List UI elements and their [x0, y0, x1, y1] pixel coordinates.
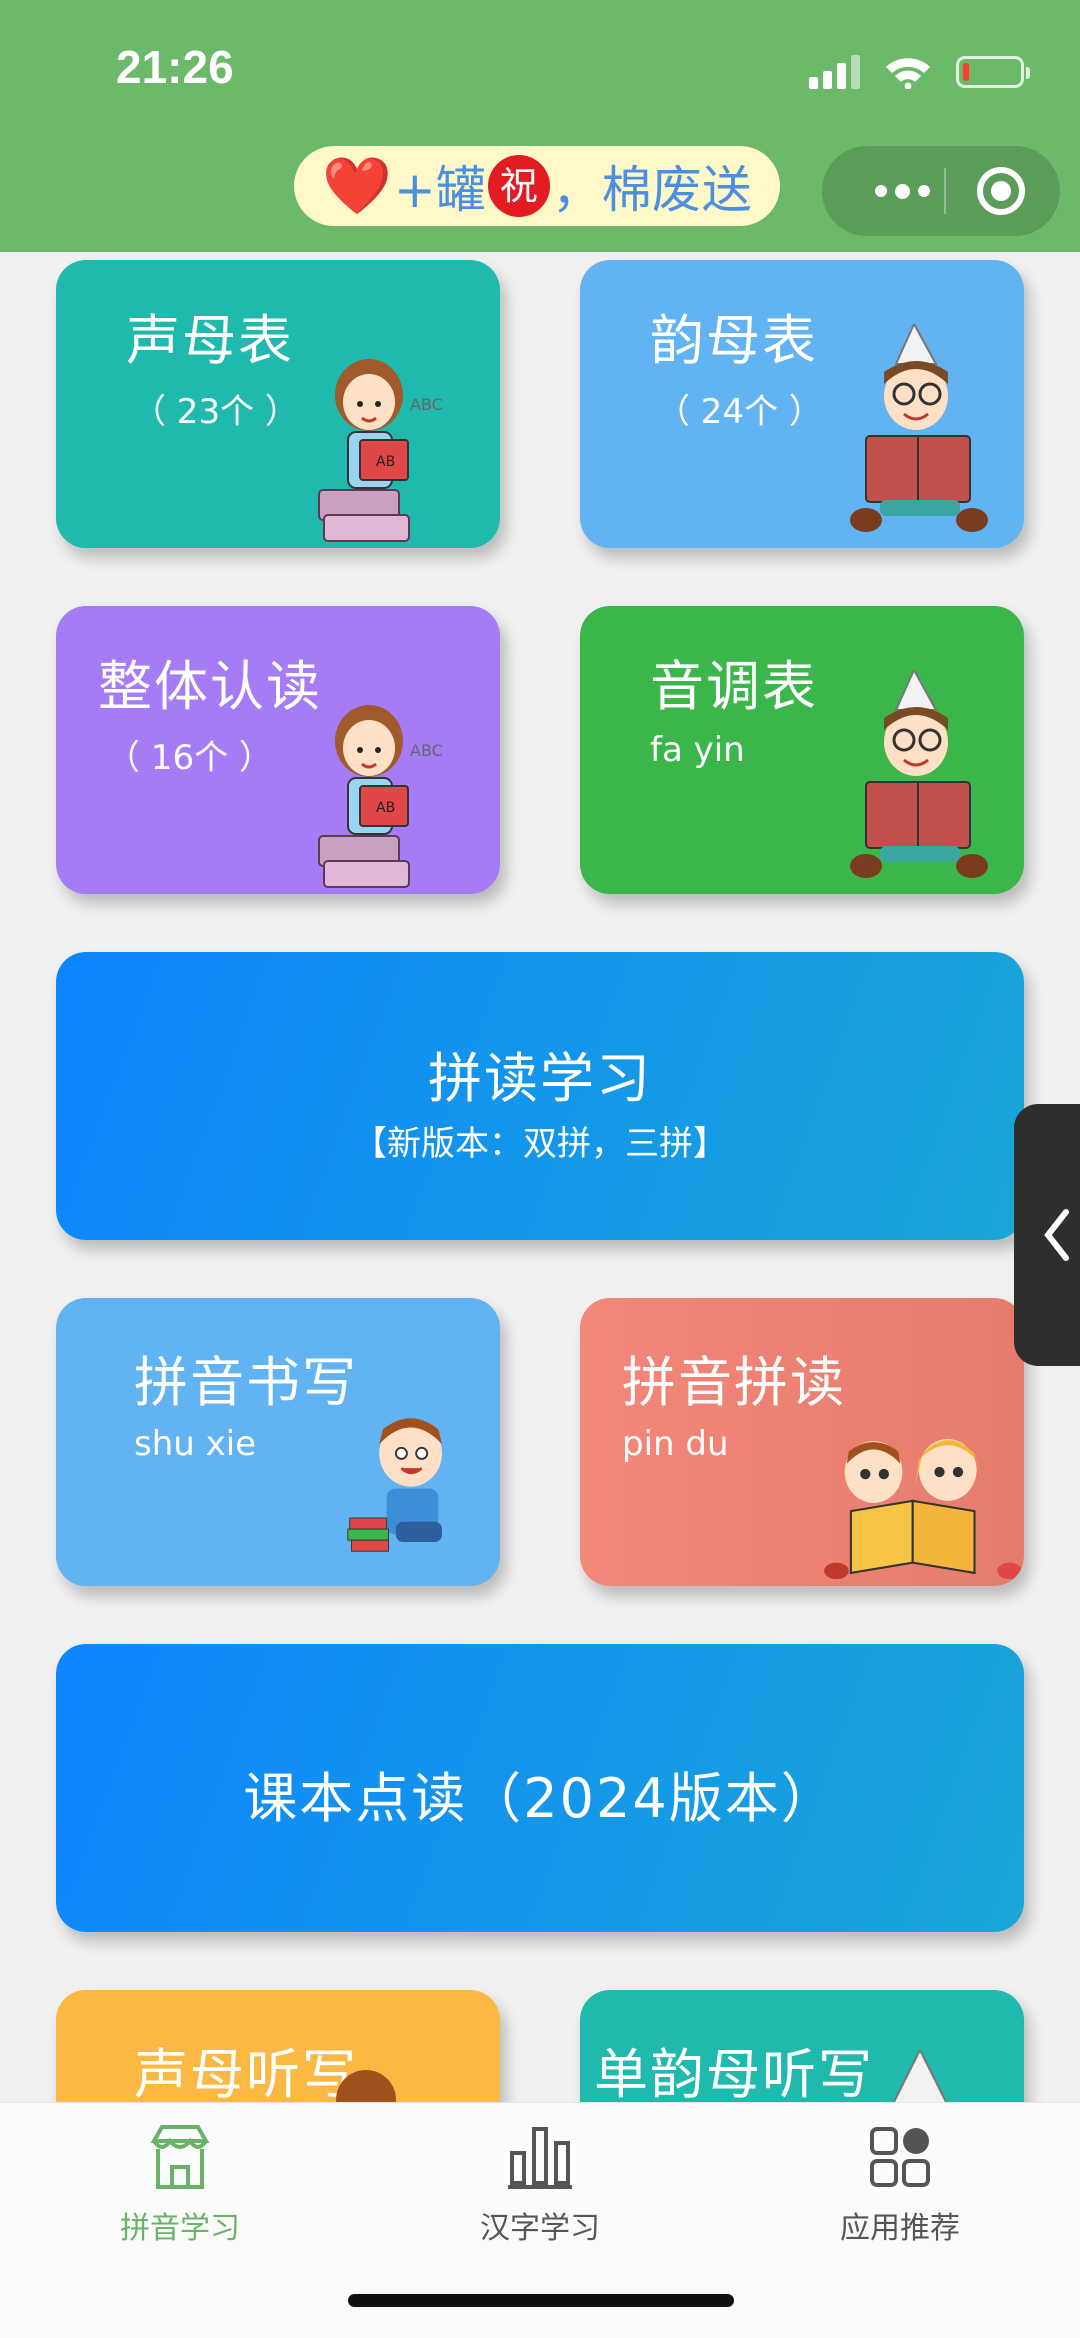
heart-icon: ❤️ — [322, 154, 392, 219]
shengmu-dictation-card[interactable]: 声母听写 — [56, 1990, 500, 2102]
reading-boy-illustration — [850, 324, 988, 532]
app-title-part-1: +罐 — [393, 161, 486, 219]
card-title: 拼读学习 — [428, 1047, 652, 1110]
miniprogram-capsule — [822, 146, 1060, 236]
status-time: 21:26 — [116, 41, 234, 93]
app-title: ❤️ +罐 祝 ，棉废送 — [294, 146, 780, 226]
signal-icon — [809, 55, 860, 89]
card-subtitle: fa yin — [650, 730, 745, 770]
card-title: 整体认读 — [98, 655, 322, 718]
paper-hat-illustration — [892, 2050, 948, 2102]
store-icon — [150, 2125, 210, 2189]
more-options-button[interactable] — [862, 146, 942, 236]
apps-grid-icon — [870, 2127, 930, 2187]
svg-text:ABC: ABC — [410, 395, 443, 414]
main-content: 声母表 （ 23个 ） AB ABC 韵母表 （ 24个 ） 整体认读 （ 16… — [0, 252, 1080, 2102]
textbook-reading-card[interactable]: 课本点读（2024版本） — [56, 1644, 1024, 1932]
card-subtitle: shu xie — [134, 1424, 257, 1464]
app-title-badge: 祝 — [487, 155, 550, 217]
zhengti-rendu-card[interactable]: 整体认读 （ 16个 ） AB ABC — [56, 606, 500, 894]
bar-chart-icon — [508, 2127, 572, 2189]
yindiao-table-card[interactable]: 音调表 fa yin — [580, 606, 1024, 894]
card-title: 单韵母听写 — [594, 2043, 874, 2102]
svg-text:AB: AB — [376, 800, 395, 816]
reading-girl-illustration: AB ABC — [318, 705, 443, 888]
close-miniprogram-button[interactable] — [977, 167, 1025, 215]
battery-icon — [956, 56, 1030, 88]
svg-text:AB: AB — [376, 454, 395, 470]
svg-text:ABC: ABC — [410, 741, 443, 760]
pinyin-shuxie-card[interactable]: 拼音书写 shu xie — [56, 1298, 500, 1586]
shengmu-table-card[interactable]: 声母表 （ 23个 ） AB ABC — [56, 260, 500, 548]
tab-label: 汉字学习 — [480, 2211, 600, 2246]
card-subtitle: （ 23个 ） — [132, 392, 299, 432]
card-subtitle: 【新版本：双拼，三拼】 — [353, 1124, 727, 1164]
card-subtitle: pin du — [622, 1424, 729, 1464]
tab-label: 拼音学习 — [120, 2211, 240, 2246]
wifi-icon — [886, 58, 930, 89]
card-title: 声母听写 — [134, 2043, 358, 2102]
pinyin-pindu-card[interactable]: 拼音拼读 pin du — [580, 1298, 1024, 1586]
kids-reading-illustration — [824, 1439, 1022, 1580]
card-title: 韵母表 — [650, 309, 818, 372]
side-drawer-handle[interactable] — [1014, 1104, 1080, 1366]
card-title: 课本点读（2024版本） — [243, 1767, 837, 1830]
danyunmu-dictation-card[interactable]: 单韵母听写 — [580, 1990, 1024, 2102]
card-title: 拼音拼读 — [622, 1351, 846, 1414]
tab-hanzi-study[interactable]: 汉字学习 — [440, 2121, 640, 2261]
card-subtitle: （ 24个 ） — [656, 392, 823, 432]
status-icons — [809, 48, 1030, 96]
app-title-part-2: ，棉废送 — [551, 161, 752, 219]
card-title: 音调表 — [650, 655, 818, 718]
reading-girl-illustration: AB ABC — [318, 359, 443, 542]
home-indicator — [348, 2294, 734, 2307]
tab-app-recommend[interactable]: 应用推荐 — [800, 2121, 1000, 2261]
reading-boy-illustration — [850, 670, 988, 878]
tab-label: 应用推荐 — [840, 2211, 960, 2246]
top-bar: 21:26 ❤️ +罐 祝 ，棉废送 — [0, 0, 1080, 252]
tab-pinyin-study[interactable]: 拼音学习 — [80, 2121, 280, 2261]
card-subtitle: （ 16个 ） — [106, 738, 273, 778]
boy-with-books-illustration — [347, 1418, 442, 1552]
card-title: 声母表 — [126, 309, 294, 372]
yunmu-table-card[interactable]: 韵母表 （ 24个 ） — [580, 260, 1024, 548]
card-title: 拼音书写 — [134, 1351, 358, 1414]
pindu-study-card[interactable]: 拼读学习 【新版本：双拼，三拼】 — [56, 952, 1024, 1240]
chevron-left-icon — [1044, 1209, 1069, 1261]
